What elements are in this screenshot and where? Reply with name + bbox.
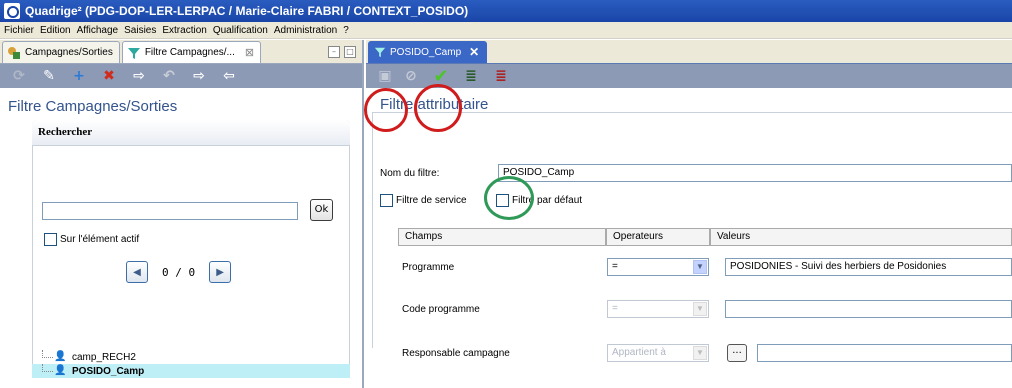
tree-item[interactable]: 👤 camp_RECH2 [32,350,350,364]
export-alt-icon[interactable]: ⇨ [190,67,208,85]
minimize-icon[interactable]: – [328,46,340,58]
tab-posido-camp[interactable]: POSIDO_Camp ✕ [368,41,488,63]
search-panel [32,120,350,372]
sort-desc-icon[interactable]: ≣ [492,67,510,85]
tab-label: Campagnes/Sorties [25,47,113,58]
left-pane-title: Filtre Campagnes/Sorties [8,98,178,115]
tab-label: Filtre Campagnes/... [144,47,235,58]
campaign-icon [8,46,20,59]
search-header: Rechercher [32,120,350,146]
tab-filtre-campagnes[interactable]: Filtre Campagnes/... ⊠ [121,41,262,63]
tab-label: POSIDO_Camp [390,46,462,58]
validate-icon[interactable]: ✔ [432,66,450,87]
menu-administration[interactable]: Administration [274,25,337,36]
tree-item-selected[interactable]: 👤 POSIDO_Camp [32,364,350,378]
annotation-circle-validate [414,84,462,132]
menu-edition[interactable]: Edition [40,25,71,36]
filter-tree: 👤 camp_RECH2 👤 POSIDO_Camp [32,350,350,378]
left-toolbar: ⟳ ✎ + ✖ ⇨ ↶ ⇨ ⇦ [0,64,362,88]
menu-help[interactable]: ? [343,25,349,36]
service-filter-label: Filtre de service [396,195,467,206]
pager-position: 0 / 0 [162,265,196,279]
grid-header-row: Champs Operateurs Valeurs [398,228,1012,246]
active-element-option: Sur l'élément actif [44,233,139,246]
column-header-operateurs[interactable]: Operateurs [606,228,710,246]
row-field-responsable-campagne: Responsable campagne [402,348,510,359]
undo-icon[interactable]: ↶ [160,67,178,85]
search-input[interactable] [42,202,298,220]
operator-value: = [612,303,618,314]
menu-saisies[interactable]: Saisies [124,25,156,36]
ok-button[interactable]: Ok [310,199,333,221]
annotation-circle-default-filter [484,176,534,220]
active-element-label: Sur l'élément actif [60,234,140,245]
operator-select[interactable]: = ▼ [607,258,709,276]
right-pane-title: Filtre attributaire [380,96,489,113]
column-header-champs[interactable]: Champs [398,228,606,246]
criteria-grid: Champs Operateurs Valeurs [398,228,1012,246]
menu-fichier[interactable]: Fichier [4,25,34,36]
filter-icon [374,47,386,58]
tree-item-label: POSIDO_Camp [72,365,145,377]
close-icon[interactable]: ⊠ [245,46,254,59]
add-icon[interactable]: + [70,67,88,85]
operator-value: Appartient à [612,347,666,358]
menu-affichage[interactable]: Affichage [77,25,119,36]
service-filter-option: Filtre de service [380,194,467,207]
operator-select[interactable]: Appartient à ▼ [607,344,709,362]
chevron-down-icon[interactable]: ▼ [693,302,707,316]
link-icon[interactable]: ⊘ [402,67,420,85]
pager: ◀ 0 / 0 ▶ [126,261,232,283]
export-icon[interactable]: ⇨ [130,67,148,85]
next-button[interactable]: ▶ [209,261,232,283]
refresh-icon[interactable]: ⟳ [10,67,28,85]
chevron-down-icon[interactable]: ▼ [693,346,707,360]
window-title: Quadrige² (PDG-DOP-LER-LERPAC / Marie-Cl… [25,4,469,18]
import-icon[interactable]: ⇦ [220,67,238,85]
save-icon[interactable]: ▣ [376,67,394,85]
filter-name-label: Nom du filtre: [380,168,440,179]
menu-extraction[interactable]: Extraction [162,25,206,36]
left-tab-strip: Campagnes/Sorties Filtre Campagnes/... ⊠… [0,40,362,64]
column-header-valeurs[interactable]: Valeurs [710,228,1012,246]
menu-bar: Fichier Edition Affichage Saisies Extrac… [0,22,1012,39]
close-icon[interactable]: ✕ [469,45,479,59]
active-element-checkbox[interactable] [44,233,57,246]
tree-item-label: camp_RECH2 [72,351,136,363]
right-tab-strip: POSIDO_Camp ✕ [366,40,1012,64]
browse-button[interactable]: ... [727,344,747,362]
value-field[interactable] [757,344,1012,362]
service-filter-checkbox[interactable] [380,194,393,207]
maximize-icon[interactable]: □ [344,46,356,58]
annotation-circle-save [364,88,408,132]
tab-campagnes-sorties[interactable]: Campagnes/Sorties [2,41,120,63]
view-controls: – □ [324,46,356,58]
user-filter-icon: 👤 [54,365,67,376]
menu-qualification[interactable]: Qualification [213,25,268,36]
row-field-programme: Programme [402,262,455,273]
app-icon [4,3,20,19]
delete-icon[interactable]: ✖ [100,67,118,85]
sort-asc-icon[interactable]: ≣ [462,67,480,85]
user-filter-icon: 👤 [54,351,67,362]
previous-button[interactable]: ◀ [126,261,148,283]
edit-icon[interactable]: ✎ [40,67,58,85]
filter-name-field[interactable]: POSIDO_Camp [498,164,1012,182]
right-toolbar: ▣ ⊘ ✔ ≣ ≣ [366,64,1012,88]
chevron-down-icon[interactable]: ▼ [693,260,707,274]
operator-value: = [612,261,618,272]
row-field-code-programme: Code programme [402,304,480,315]
filter-icon [127,47,140,59]
value-field[interactable]: POSIDONIES - Suivi des herbiers de Posid… [725,258,1012,276]
operator-select[interactable]: = ▼ [607,300,709,318]
title-bar: Quadrige² (PDG-DOP-LER-LERPAC / Marie-Cl… [0,0,1012,22]
value-field[interactable] [725,300,1012,318]
